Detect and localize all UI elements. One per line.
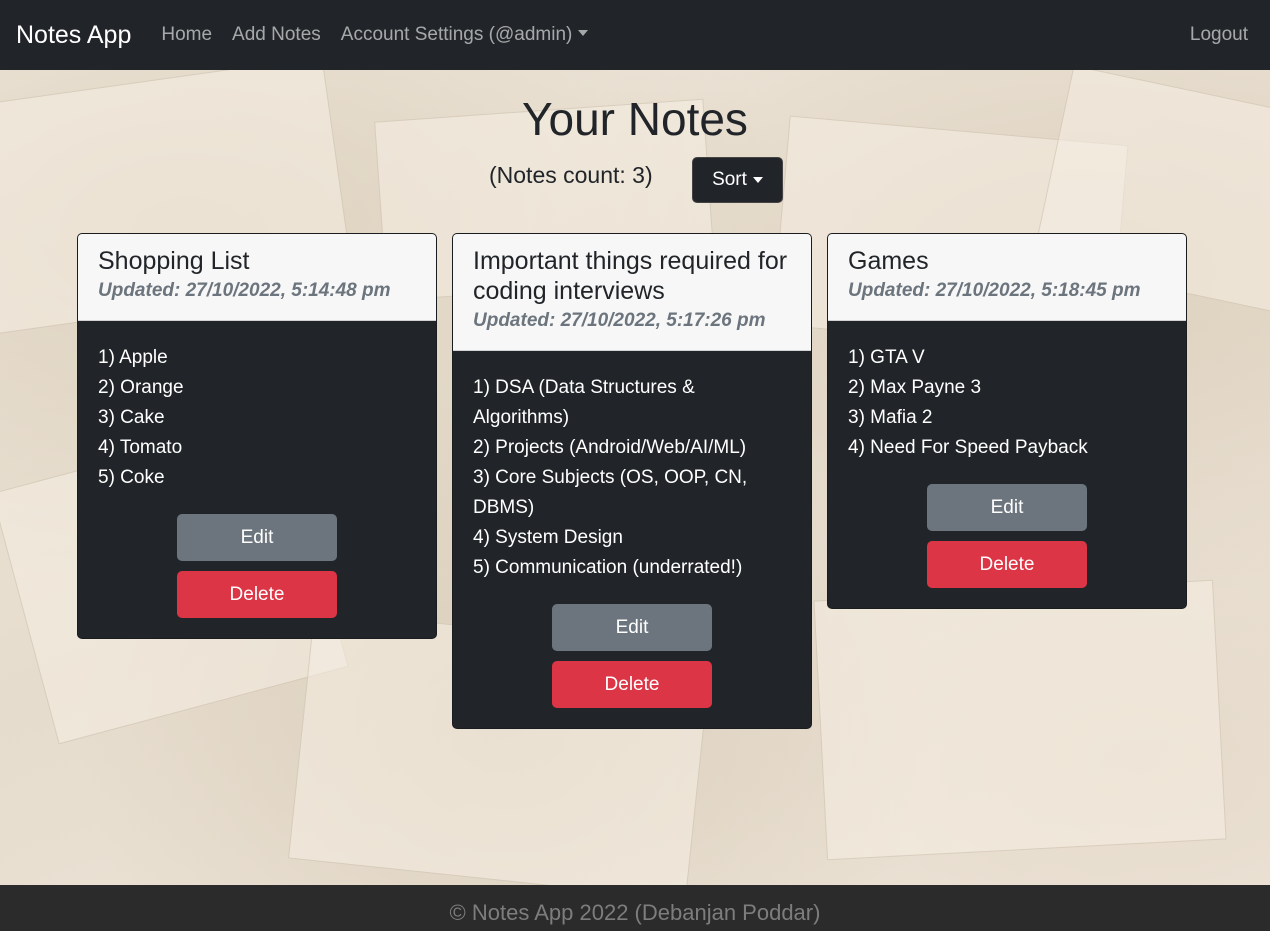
delete-button[interactable]: Delete: [927, 541, 1087, 588]
footer-text: © Notes App 2022 (Debanjan Poddar): [449, 900, 821, 925]
caret-down-icon: [752, 177, 763, 183]
delete-button[interactable]: Delete: [177, 571, 337, 618]
notes-count: (Notes count: 3): [489, 162, 653, 188]
note-line: 1) Apple: [98, 347, 168, 368]
account-settings-label: Account Settings (@admin): [340, 24, 573, 45]
note-line: 3) Mafia 2: [848, 407, 933, 428]
note-line: 3) Core Subjects (OS, OOP, CN, DBMS): [473, 467, 748, 518]
note-title: Important things required for coding int…: [473, 247, 788, 305]
note-line: 1) DSA (Data Structures & Algorithms): [473, 377, 695, 428]
note-card-body: 1) Apple 2) Orange 3) Cake 4) Tomato 5) …: [78, 321, 436, 638]
nav-add-notes-link[interactable]: Add Notes: [232, 24, 321, 46]
edit-button[interactable]: Edit: [552, 604, 712, 651]
account-settings-dropdown[interactable]: Account Settings (@admin): [341, 24, 589, 46]
edit-button[interactable]: Edit: [927, 484, 1087, 531]
note-line: 5) Communication (underrated!): [473, 557, 743, 578]
note-card-coding-interviews: Important things required for coding int…: [452, 233, 812, 729]
page-title: Your Notes: [522, 93, 748, 145]
note-card-header: Shopping List Updated: 27/10/2022, 5:14:…: [78, 234, 436, 321]
note-line: 3) Cake: [98, 407, 165, 428]
sort-label: Sort: [712, 169, 747, 190]
note-line: 5) Coke: [98, 467, 165, 488]
sort-dropdown-button[interactable]: Sort: [692, 157, 783, 203]
note-card-header: Important things required for coding int…: [453, 234, 811, 351]
note-updated-timestamp: Updated: 27/10/2022, 5:17:26 pm: [473, 310, 766, 331]
note-line: 2) Max Payne 3: [848, 377, 982, 398]
note-line: 2) Orange: [98, 377, 184, 398]
note-card-shopping-list: Shopping List Updated: 27/10/2022, 5:14:…: [77, 233, 437, 639]
logout-link[interactable]: Logout: [1190, 24, 1248, 46]
note-line: 2) Projects (Android/Web/AI/ML): [473, 437, 747, 458]
note-updated-timestamp: Updated: 27/10/2022, 5:14:48 pm: [98, 280, 391, 301]
brand-link[interactable]: Notes App: [16, 21, 131, 50]
note-card-header: Games Updated: 27/10/2022, 5:18:45 pm: [828, 234, 1186, 321]
footer: © Notes App 2022 (Debanjan Poddar): [0, 885, 1270, 931]
note-title: Games: [848, 247, 929, 275]
note-line: 4) Tomato: [98, 437, 183, 458]
edit-button[interactable]: Edit: [177, 514, 337, 561]
note-card-body: 1) GTA V 2) Max Payne 3 3) Mafia 2 4) Ne…: [828, 321, 1186, 608]
nav-home-link[interactable]: Home: [161, 24, 212, 46]
note-line: 4) System Design: [473, 527, 623, 548]
navbar: Notes App Home Add Notes Account Setting…: [0, 0, 1270, 70]
note-updated-timestamp: Updated: 27/10/2022, 5:18:45 pm: [848, 280, 1141, 301]
note-line: 4) Need For Speed Payback: [848, 437, 1088, 458]
note-line: 1) GTA V: [848, 347, 925, 368]
note-card-games: Games Updated: 27/10/2022, 5:18:45 pm 1)…: [827, 233, 1187, 609]
caret-down-icon: [578, 30, 589, 36]
delete-button[interactable]: Delete: [552, 661, 712, 708]
note-card-body: 1) DSA (Data Structures & Algorithms) 2)…: [453, 351, 811, 728]
note-title: Shopping List: [98, 247, 250, 275]
